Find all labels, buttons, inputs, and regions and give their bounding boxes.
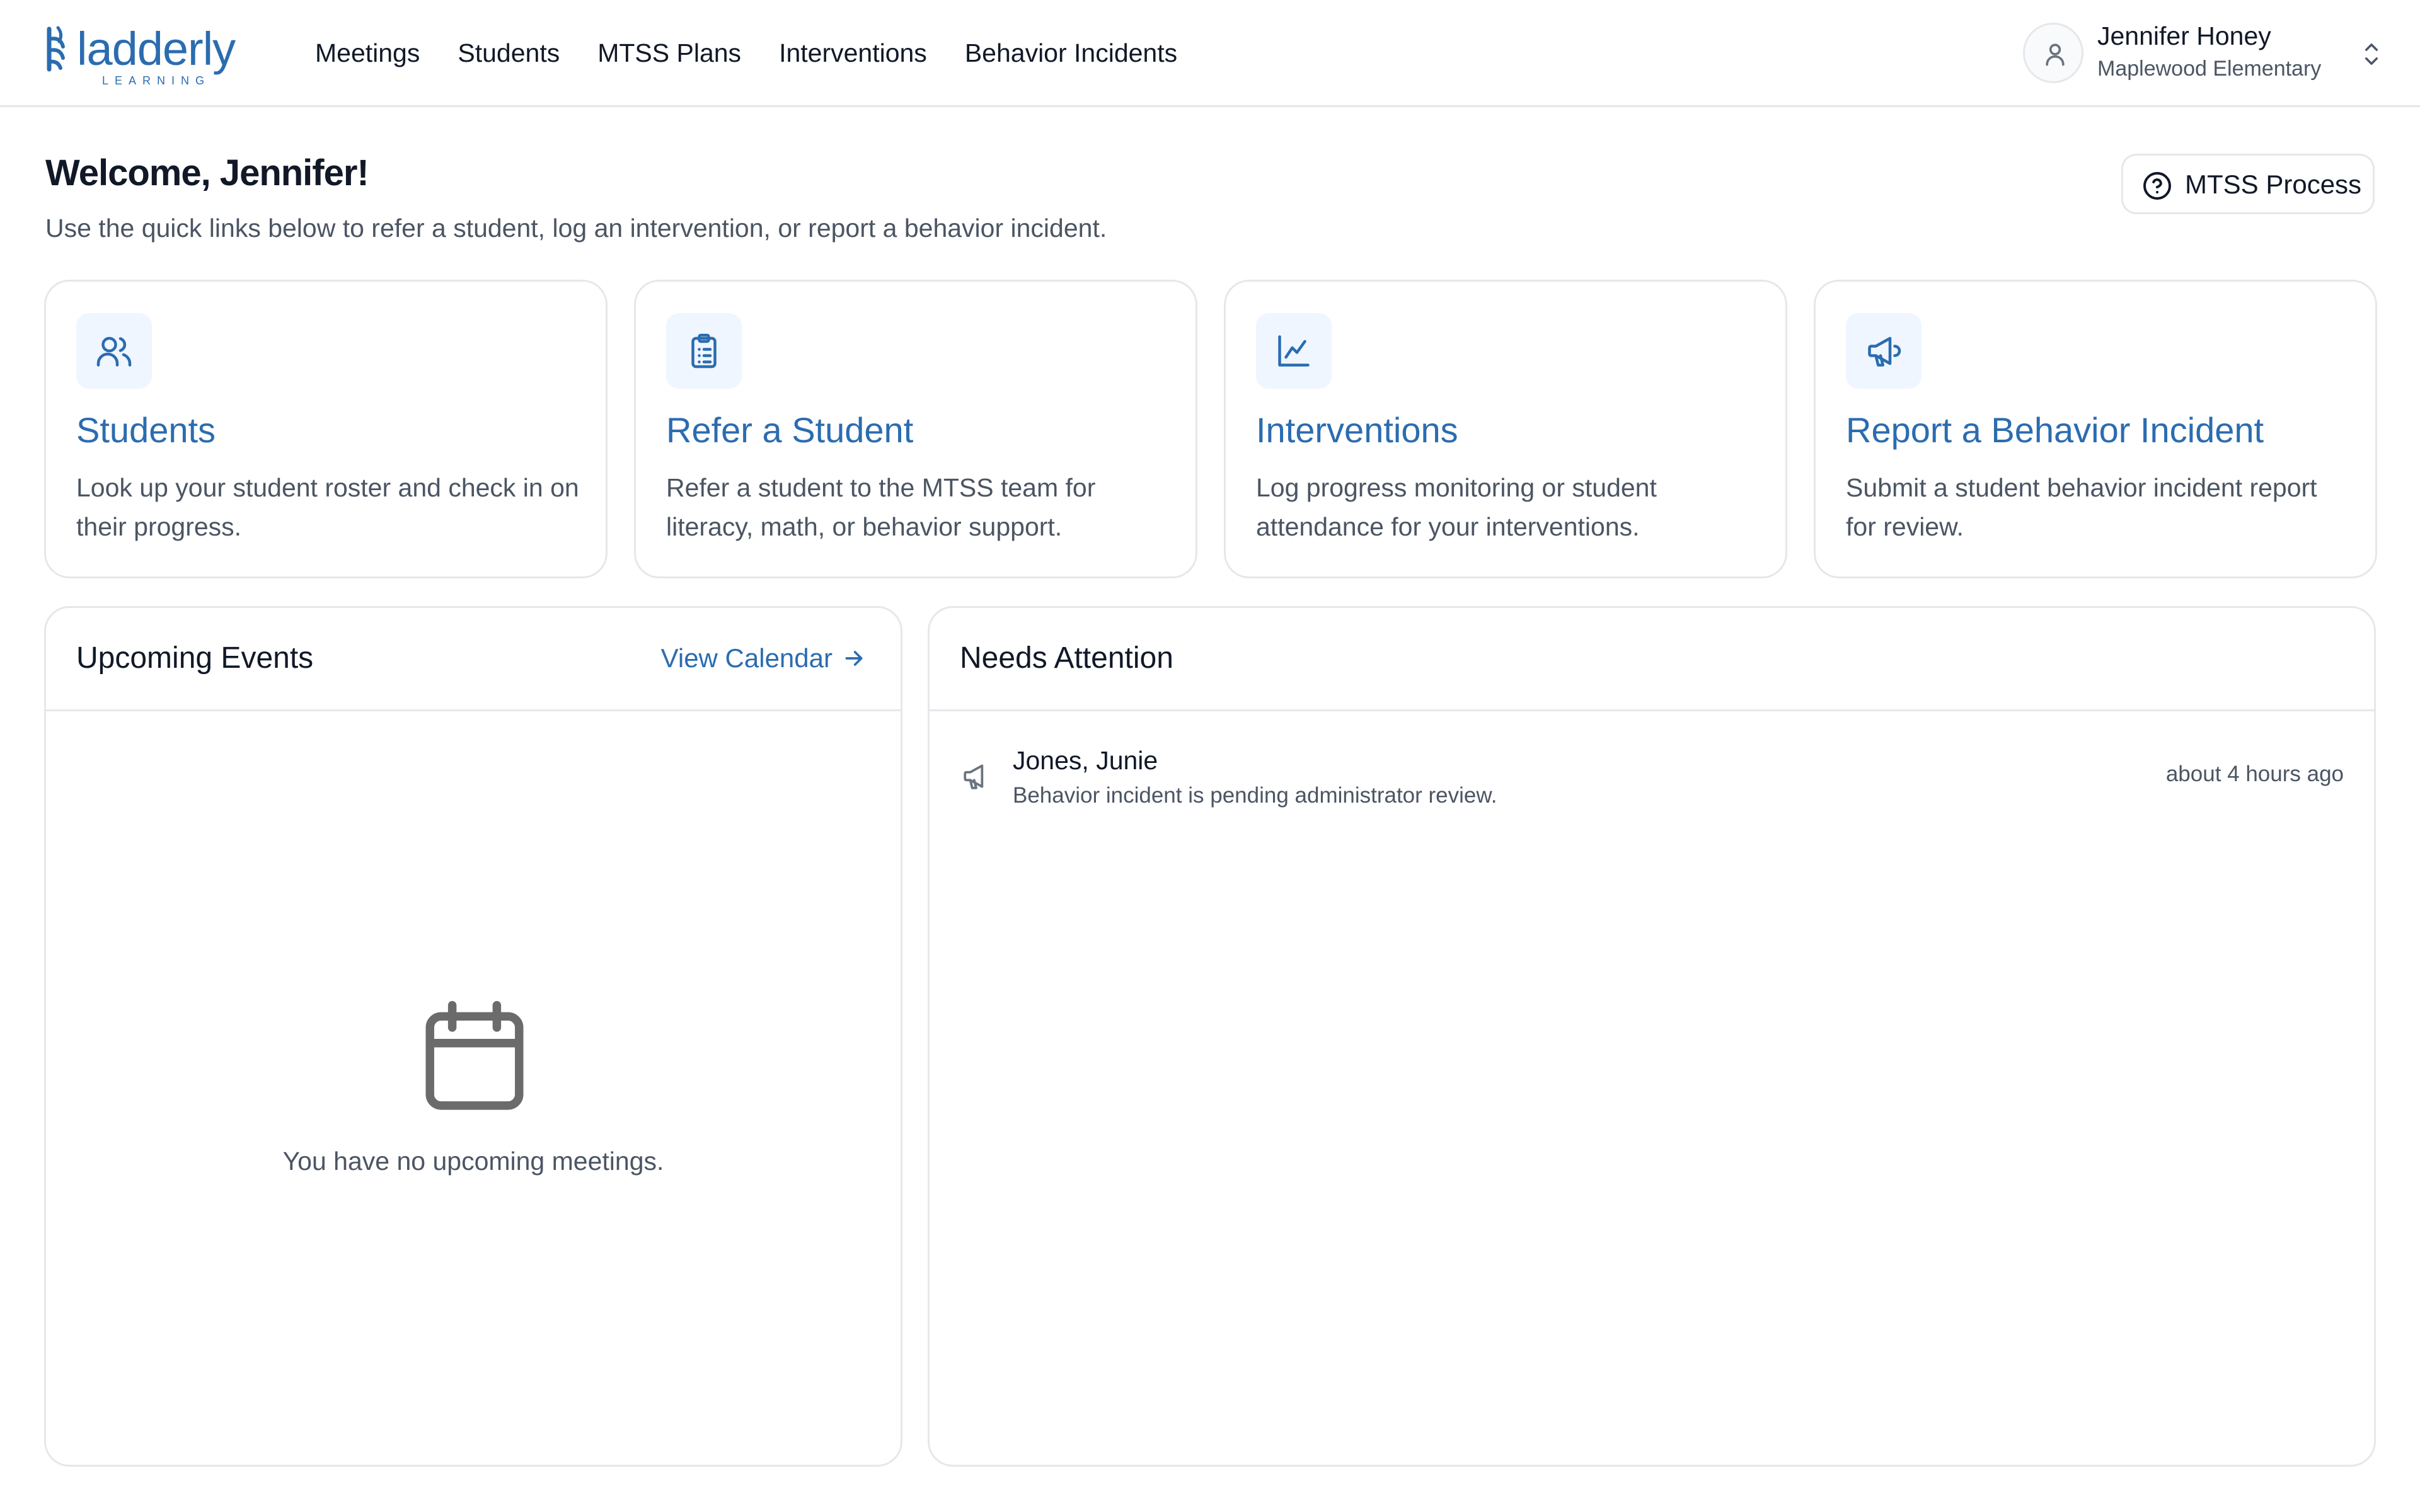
user-school: Maplewood Elementary [2097, 57, 2322, 81]
card-icon-wrap [666, 313, 742, 389]
brand-logo[interactable]: ladderly LEARNING [44, 23, 258, 87]
user-icon [2046, 43, 2065, 66]
calendar-icon [425, 1000, 524, 1110]
nav-behavior-incidents[interactable]: Behavior Incidents [965, 33, 1177, 73]
list-item[interactable]: Jones, Junie Behavior incident is pendin… [930, 734, 2374, 822]
quick-link-report-incident[interactable]: Report a Behavior Incident Submit a stud… [1814, 280, 2377, 578]
line-chart-icon [1278, 335, 1310, 367]
brand-name: ladderly [77, 23, 236, 75]
users-icon [96, 336, 132, 367]
quick-link-interventions[interactable]: Interventions Log progress monitoring or… [1224, 280, 1787, 578]
attention-timestamp: about 4 hours ago [2165, 762, 2344, 786]
nav-meetings[interactable]: Meetings [315, 33, 420, 73]
avatar [2023, 23, 2083, 83]
card-title: Refer a Student [666, 410, 914, 450]
page-title: Welcome, Jennifer! [45, 152, 369, 193]
card-description: Look up your student roster and check in… [76, 473, 579, 541]
card-description: Submit a student behavior incident repor… [1846, 473, 2317, 541]
brand-tagline: LEARNING [102, 74, 211, 87]
help-circle-icon [2143, 172, 2171, 200]
chevron-up-down-icon [2365, 43, 2378, 65]
panel-header: Needs Attention [930, 608, 2374, 711]
upcoming-events-panel: Upcoming Events View Calendar You have n… [44, 606, 902, 1467]
card-icon-wrap [76, 313, 152, 389]
main-nav: Meetings Students MTSS Plans Interventio… [315, 33, 1215, 73]
needs-attention-panel: Needs Attention Jones, Junie Behavior in… [928, 606, 2376, 1467]
nav-interventions[interactable]: Interventions [779, 33, 927, 73]
quick-link-students[interactable]: Students Look up your student roster and… [44, 280, 608, 578]
view-calendar-link[interactable]: View Calendar [661, 639, 867, 677]
top-header: ladderly LEARNING Meetings Students MTSS… [0, 0, 2420, 107]
page-subtitle: Use the quick links below to refer a stu… [45, 214, 1107, 243]
panel-title: Needs Attention [960, 641, 1173, 675]
nav-mtss-plans[interactable]: MTSS Plans [597, 33, 741, 73]
megaphone-icon [964, 764, 984, 789]
megaphone-icon [1868, 336, 1901, 367]
card-icon-wrap [1846, 313, 1922, 389]
mtss-process-label: MTSS Process [2185, 169, 2362, 199]
view-calendar-label: View Calendar [660, 643, 833, 673]
arrow-right-icon [845, 651, 863, 666]
ladder-logo-icon [47, 26, 65, 72]
attention-student-name: Jones, Junie [1013, 746, 1158, 775]
clipboard-list-icon [691, 333, 717, 369]
card-title: Interventions [1256, 410, 1458, 450]
attention-message: Behavior incident is pending administrat… [1013, 783, 1497, 808]
panel-header: Upcoming Events View Calendar [46, 608, 901, 711]
app-root: ladderly LEARNING Meetings Students MTSS… [0, 0, 2420, 1512]
nav-students[interactable]: Students [458, 33, 560, 73]
mtss-process-button[interactable]: MTSS Process [2121, 154, 2375, 214]
card-title: Report a Behavior Incident [1846, 410, 2264, 450]
card-description: Refer a student to the MTSS team for lit… [666, 473, 1096, 541]
card-title: Students [76, 410, 216, 450]
card-icon-wrap [1256, 313, 1332, 389]
quick-link-refer-student[interactable]: Refer a Student Refer a student to the M… [634, 280, 1197, 578]
user-menu[interactable]: Jennifer Honey Maplewood Elementary [2023, 19, 2388, 88]
user-name: Jennifer Honey [2097, 21, 2271, 50]
card-description: Log progress monitoring or student atten… [1256, 473, 1657, 541]
empty-state-message: You have no upcoming meetings. [282, 1147, 664, 1176]
panel-title: Upcoming Events [76, 641, 314, 675]
